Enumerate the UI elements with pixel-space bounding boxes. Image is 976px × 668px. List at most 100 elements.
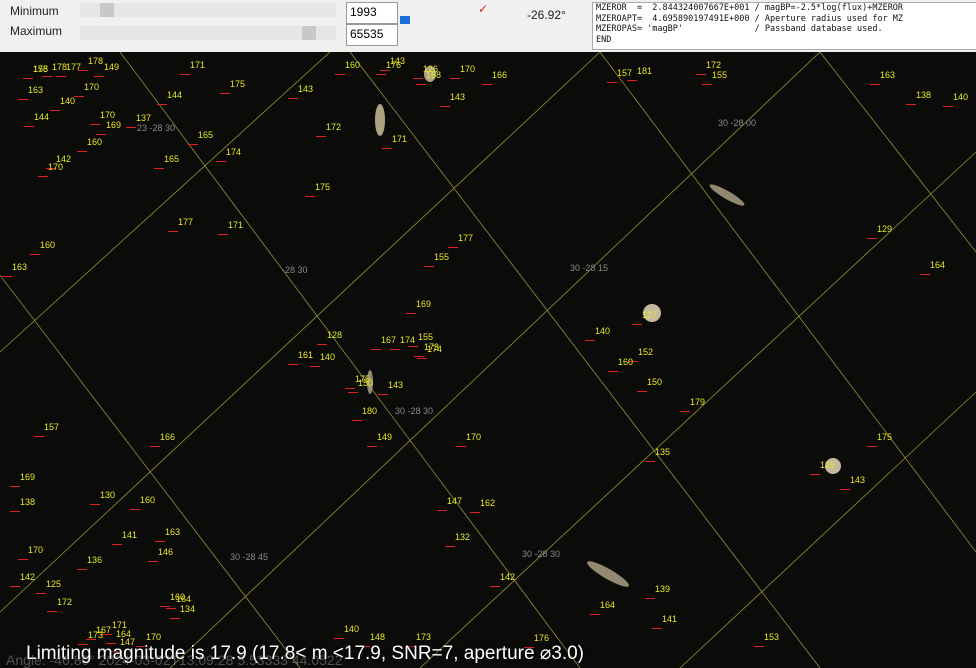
star-magnitude-label: 146 (158, 547, 174, 557)
star-marker (376, 74, 386, 75)
star-magnitude-label: 166 (492, 70, 508, 80)
minimum-label: Minimum (10, 4, 59, 18)
star-marker (316, 136, 326, 137)
star-magnitude-label: 170 (28, 545, 44, 555)
star-magnitude-label: 171 (392, 134, 408, 144)
star-magnitude-label: 157 (44, 422, 60, 432)
star-magnitude-label: 178 (88, 56, 104, 66)
star-magnitude-label: 165 (164, 154, 180, 164)
star-magnitude-label: 142 (20, 572, 36, 582)
status-footer: Angle: -46.80° 2024-03-02T13:09:28 5.533… (6, 652, 343, 668)
star-marker (126, 127, 136, 128)
star-marker (920, 274, 930, 275)
star-marker (24, 126, 34, 127)
fits-line: END (596, 34, 612, 45)
star-marker (2, 276, 12, 277)
grid-coordinate-label: 30 -28 00 (718, 118, 757, 128)
star-marker (645, 598, 655, 599)
star-marker (390, 349, 400, 350)
star-marker (380, 70, 390, 71)
minimum-slider[interactable] (80, 3, 336, 17)
star-marker (450, 78, 460, 79)
star-marker (166, 608, 176, 609)
fits-line: MZEROPAS= 'magBP' / Passband database us… (596, 24, 883, 34)
star-marker (86, 639, 96, 640)
star-marker (867, 446, 877, 447)
star-magnitude-label: 170 (84, 82, 100, 92)
star-magnitude-label: 144 (34, 112, 50, 122)
star-magnitude-label: 150 (358, 378, 374, 388)
star-magnitude-label: 160 (40, 240, 56, 250)
star-magnitude-label: 150 (647, 377, 663, 387)
star-magnitude-label: 163 (165, 527, 181, 537)
star-marker (10, 486, 20, 487)
star-magnitude-label: 148 (370, 632, 386, 642)
star-marker (810, 474, 820, 475)
star-magnitude-label: 171 (190, 60, 206, 70)
star-marker (406, 313, 416, 314)
maximum-input[interactable]: 65535 (346, 24, 398, 46)
star-marker (652, 628, 662, 629)
star-magnitude-label: 167 (96, 625, 112, 635)
star-marker (157, 104, 167, 105)
star-magnitude-label: 135 (655, 447, 671, 457)
orientation-icon: ✓ (478, 2, 489, 16)
star-magnitude-label: 134 (180, 604, 196, 614)
star-magnitude-label: 144 (167, 90, 183, 100)
star-marker (10, 511, 20, 512)
star-marker (645, 461, 655, 462)
star-magnitude-label: 158 (33, 64, 49, 74)
star-magnitude-label: 160 (87, 137, 103, 147)
star-marker (490, 586, 500, 587)
star-marker (680, 411, 690, 412)
star-magnitude-label: 130 (100, 490, 116, 500)
star-magnitude-label: 180 (362, 406, 378, 416)
star-marker (10, 586, 20, 587)
star-marker (130, 509, 140, 510)
star-magnitude-label: 170 (466, 432, 482, 442)
star-marker (335, 74, 345, 75)
star-magnitude-label: 177 (458, 233, 474, 243)
star-marker (38, 176, 48, 177)
star-marker (305, 196, 315, 197)
star-magnitude-label: 179 (690, 397, 706, 407)
star-marker (42, 76, 52, 77)
star-marker (470, 512, 480, 513)
star-magnitude-label: 143 (450, 92, 466, 102)
star-marker (585, 340, 595, 341)
star-marker (334, 638, 344, 639)
grid-coordinate-label: 30 -28 30 (522, 549, 561, 559)
star-marker (867, 238, 877, 239)
star-marker (608, 371, 618, 372)
star-magnitude-label: 140 (320, 352, 336, 362)
minimum-input[interactable]: 1993 (346, 2, 398, 24)
star-magnitude-label: 172 (57, 597, 73, 607)
star-marker (78, 70, 88, 71)
star-magnitude-label: 142 (500, 572, 516, 582)
star-magnitude-label: 155 (434, 252, 450, 262)
star-magnitude-label: 153 (764, 632, 780, 642)
star-magnitude-label: 149 (104, 62, 120, 72)
star-marker (30, 254, 40, 255)
star-magnitude-label: 127 (642, 310, 658, 320)
star-marker (180, 74, 190, 75)
star-magnitude-label: 175 (230, 79, 246, 89)
star-magnitude-label: 170 (48, 162, 64, 172)
star-marker (417, 358, 427, 359)
star-marker (112, 544, 122, 545)
star-marker (96, 134, 106, 135)
star-marker (414, 356, 424, 357)
star-magnitude-label: 152 (638, 347, 654, 357)
star-marker (906, 104, 916, 105)
image-canvas[interactable]: 23 -28 30 30 -28 00 -28 30 30 -28 15 30 -28 … (0, 52, 976, 668)
star-marker (943, 106, 953, 107)
star-marker (160, 606, 170, 607)
grid-coordinate-label: 30 -28 45 (230, 552, 269, 562)
star-magnitude-label: 177 (178, 217, 194, 227)
vertical-slider-thumb[interactable] (400, 16, 410, 24)
star-magnitude-label: 174 (427, 344, 443, 354)
star-marker (56, 76, 66, 77)
star-magnitude-label: 163 (28, 85, 44, 95)
star-magnitude-label: 143 (388, 380, 404, 390)
maximum-slider[interactable] (80, 26, 336, 40)
